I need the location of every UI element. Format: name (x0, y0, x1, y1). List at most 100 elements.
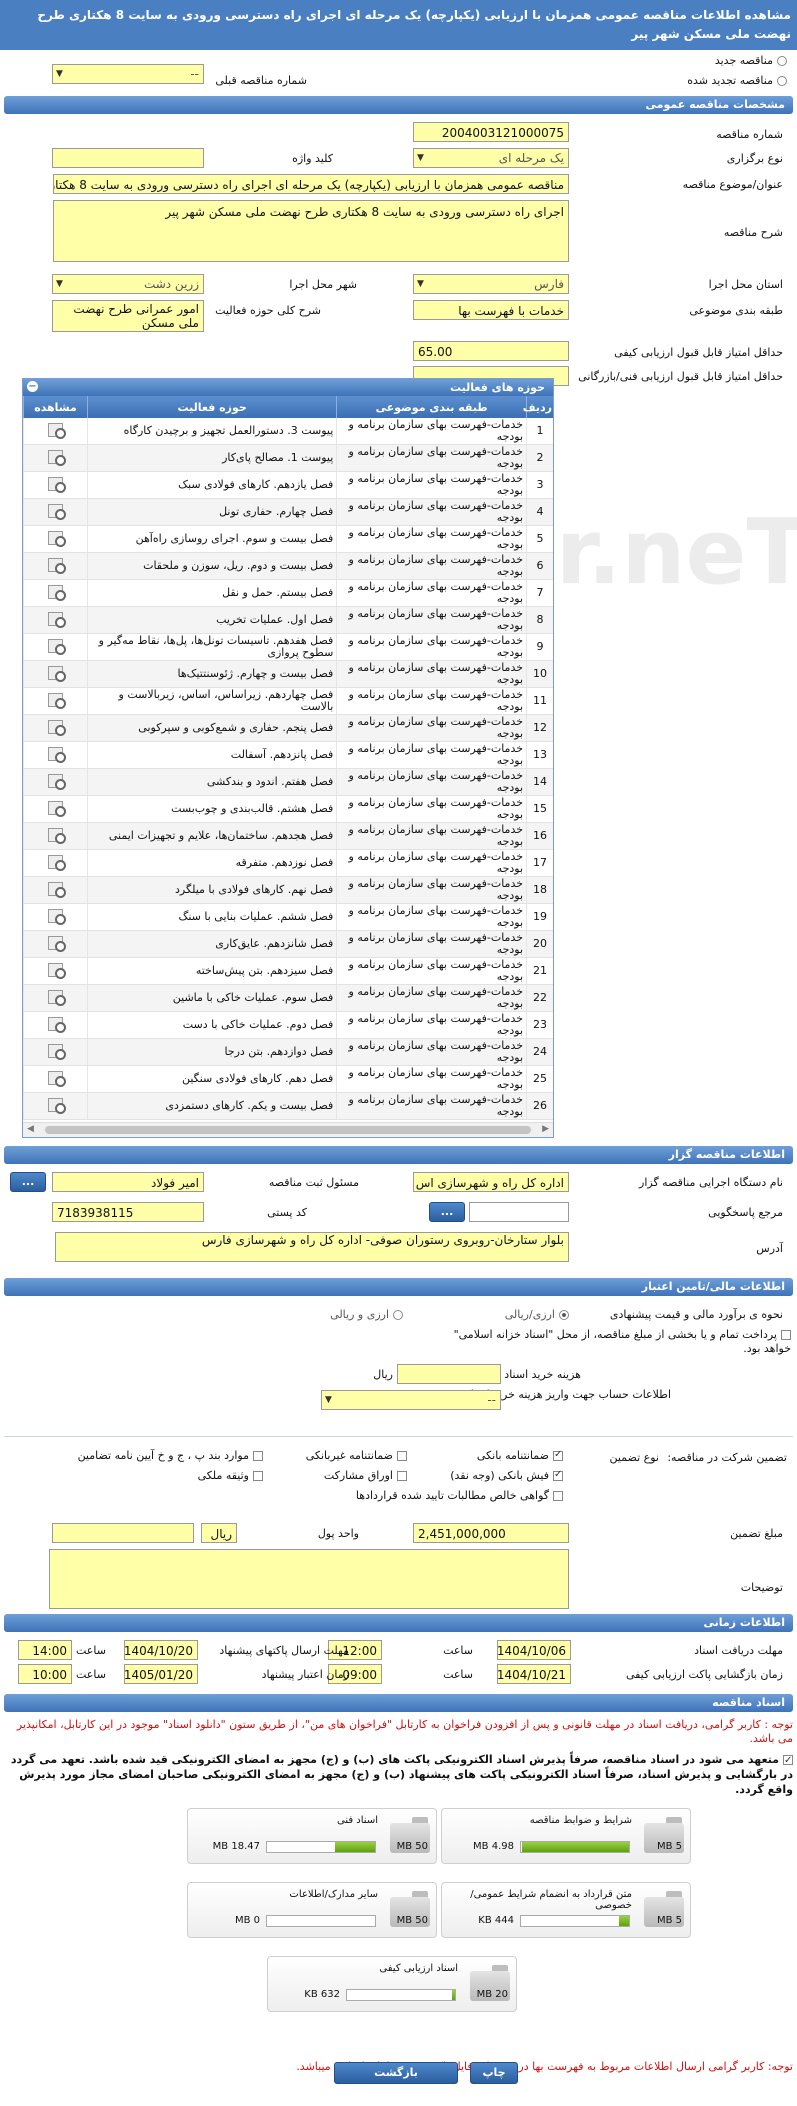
row-view[interactable] (23, 795, 88, 823)
file-card[interactable]: شرایط و ضوابط مناقصه 5 MB 4.98 MB (441, 1808, 691, 1864)
print-button[interactable]: چاپ (470, 2062, 518, 2084)
view-icon[interactable] (47, 557, 66, 574)
view-icon[interactable] (47, 1043, 66, 1060)
subject-field[interactable]: مناقصه عمومی همزمان با ارزیابی (یکپارچه)… (53, 174, 569, 194)
opt-rial-fx[interactable]: ارزی/ریالی (505, 1308, 569, 1321)
view-icon[interactable] (47, 692, 66, 709)
activity-desc-field[interactable]: امور عمرانی طرح نهضت ملی مسکن (52, 300, 204, 332)
officer-field[interactable]: امیر فولاد (52, 1172, 204, 1192)
view-icon[interactable] (47, 422, 66, 439)
view-icon[interactable] (47, 935, 66, 952)
category-field[interactable]: خدمات با فهرست بها (413, 300, 569, 320)
view-icon[interactable] (47, 800, 66, 817)
row-view[interactable] (23, 714, 88, 742)
send-time[interactable]: 14:00 (18, 1640, 72, 1660)
city-select[interactable]: زرین دشت ▼ (52, 274, 204, 294)
row-view[interactable] (23, 1065, 88, 1093)
keyword-field[interactable] (52, 148, 204, 168)
number-field[interactable]: 2004003121000075 (413, 122, 569, 142)
account-select[interactable]: -- ▼ (321, 1390, 501, 1410)
row-view[interactable] (23, 930, 88, 958)
amount-field[interactable]: 2,451,000,000 (413, 1523, 569, 1543)
responder-field[interactable] (469, 1202, 569, 1222)
validity-time[interactable]: 10:00 (18, 1664, 72, 1684)
view-icon[interactable] (47, 584, 66, 601)
treasury-checkbox[interactable]: پرداخت تمام و یا بخشی از مبلغ مناقصه، از… (431, 1328, 791, 1356)
horizontal-scrollbar[interactable]: ▶ ◀ (23, 1122, 553, 1137)
row-view[interactable] (23, 876, 88, 904)
scroll-right-icon[interactable]: ▶ (542, 1124, 549, 1134)
new-tender-radio[interactable]: مناقصه جدید (715, 54, 787, 67)
row-view[interactable] (23, 498, 88, 526)
responder-lookup-button[interactable]: ... (429, 1202, 465, 1222)
view-icon[interactable] (47, 962, 66, 979)
row-view[interactable] (23, 471, 88, 499)
row-view[interactable] (23, 579, 88, 607)
open-date[interactable]: 1404/10/21 (497, 1664, 571, 1684)
view-icon[interactable] (47, 638, 66, 655)
currency-extra-field[interactable] (52, 1523, 194, 1543)
view-icon[interactable] (47, 719, 66, 736)
row-view[interactable] (23, 1038, 88, 1066)
send-date[interactable]: 1404/10/20 (124, 1640, 198, 1660)
officer-lookup-button[interactable]: ... (10, 1172, 46, 1192)
address-field[interactable]: بلوار ستارخان-روبروی رستوران صوفی- اداره… (55, 1232, 569, 1262)
view-icon[interactable] (47, 1070, 66, 1087)
holding-type-select[interactable]: یک مرحله ای ▼ (413, 148, 569, 168)
min-quality-field[interactable]: 65.00 (413, 341, 569, 361)
view-icon[interactable] (47, 827, 66, 844)
file-card[interactable]: سایر مدارک/اطلاعات 50 MB 0 MB (187, 1882, 437, 1938)
view-icon[interactable] (47, 1016, 66, 1033)
org-field[interactable]: اداره کل راه و شهرسازی اس (413, 1172, 569, 1192)
doc-cost-field[interactable] (397, 1364, 501, 1384)
view-icon[interactable] (47, 989, 66, 1006)
row-view[interactable] (23, 606, 88, 634)
row-view[interactable] (23, 444, 88, 472)
collapse-icon[interactable]: − (27, 381, 38, 392)
opt-nonbank-guarantee[interactable]: ضمانتنامه غیربانکی (306, 1449, 407, 1462)
receive-date[interactable]: 1404/10/06 (497, 1640, 571, 1660)
view-icon[interactable] (47, 530, 66, 547)
prev-number-select[interactable]: -- ▼ (52, 64, 204, 84)
commit-checkbox[interactable]: متعهد می شود در اسناد مناقصه، صرفاً پذیر… (3, 1752, 793, 1797)
opt-fx-and-rial[interactable]: ارزی و ریالی (330, 1308, 403, 1321)
row-view[interactable] (23, 660, 88, 688)
view-icon[interactable] (47, 449, 66, 466)
opt-bank-guarantee[interactable]: ضمانتنامه بانکی (477, 1449, 563, 1462)
view-icon[interactable] (47, 611, 66, 628)
view-icon[interactable] (47, 908, 66, 925)
notes-field[interactable] (49, 1549, 569, 1609)
renewed-tender-radio[interactable]: مناقصه تجدید شده (687, 74, 787, 87)
view-icon[interactable] (47, 854, 66, 871)
currency-field[interactable]: ریال (201, 1523, 237, 1543)
opt-property[interactable]: وثیقه ملکی (198, 1469, 263, 1482)
view-icon[interactable] (47, 503, 66, 520)
view-icon[interactable] (47, 773, 66, 790)
row-view[interactable] (23, 984, 88, 1012)
row-view[interactable] (23, 822, 88, 850)
row-view[interactable] (23, 957, 88, 985)
province-select[interactable]: فارس ▼ (413, 274, 569, 294)
view-icon[interactable] (47, 746, 66, 763)
row-view[interactable] (23, 687, 88, 715)
opt-bank-receipt[interactable]: فیش بانکی (وجه نقد) (450, 1469, 563, 1482)
desc-field[interactable]: اجرای راه دسترسی ورودی به سایت 8 هکتاری … (53, 200, 569, 262)
view-icon[interactable] (47, 665, 66, 682)
file-card[interactable]: متن قرارداد به انضمام شرایط عمومی/خصوصی 5… (441, 1882, 691, 1938)
row-view[interactable] (23, 903, 88, 931)
validity-date[interactable]: 1405/01/20 (124, 1664, 198, 1684)
file-card[interactable]: اسناد ارزیابی کیفی 20 MB 632 KB (267, 1956, 517, 2012)
file-card[interactable]: اسناد فنی 50 MB 18.47 MB (187, 1808, 437, 1864)
row-view[interactable] (23, 741, 88, 769)
row-view[interactable] (23, 552, 88, 580)
opt-claims-certificate[interactable]: گواهی خالص مطالبات تایید شده قراردادها (356, 1489, 563, 1502)
row-view[interactable] (23, 633, 88, 661)
row-view[interactable] (23, 418, 88, 445)
row-view[interactable] (23, 1092, 88, 1120)
row-view[interactable] (23, 525, 88, 553)
opt-bonds[interactable]: اوراق مشارکت (324, 1469, 407, 1482)
view-icon[interactable] (47, 476, 66, 493)
scroll-left-icon[interactable]: ◀ (27, 1124, 34, 1134)
view-icon[interactable] (47, 881, 66, 898)
back-button[interactable]: بازگشت (334, 2062, 458, 2084)
